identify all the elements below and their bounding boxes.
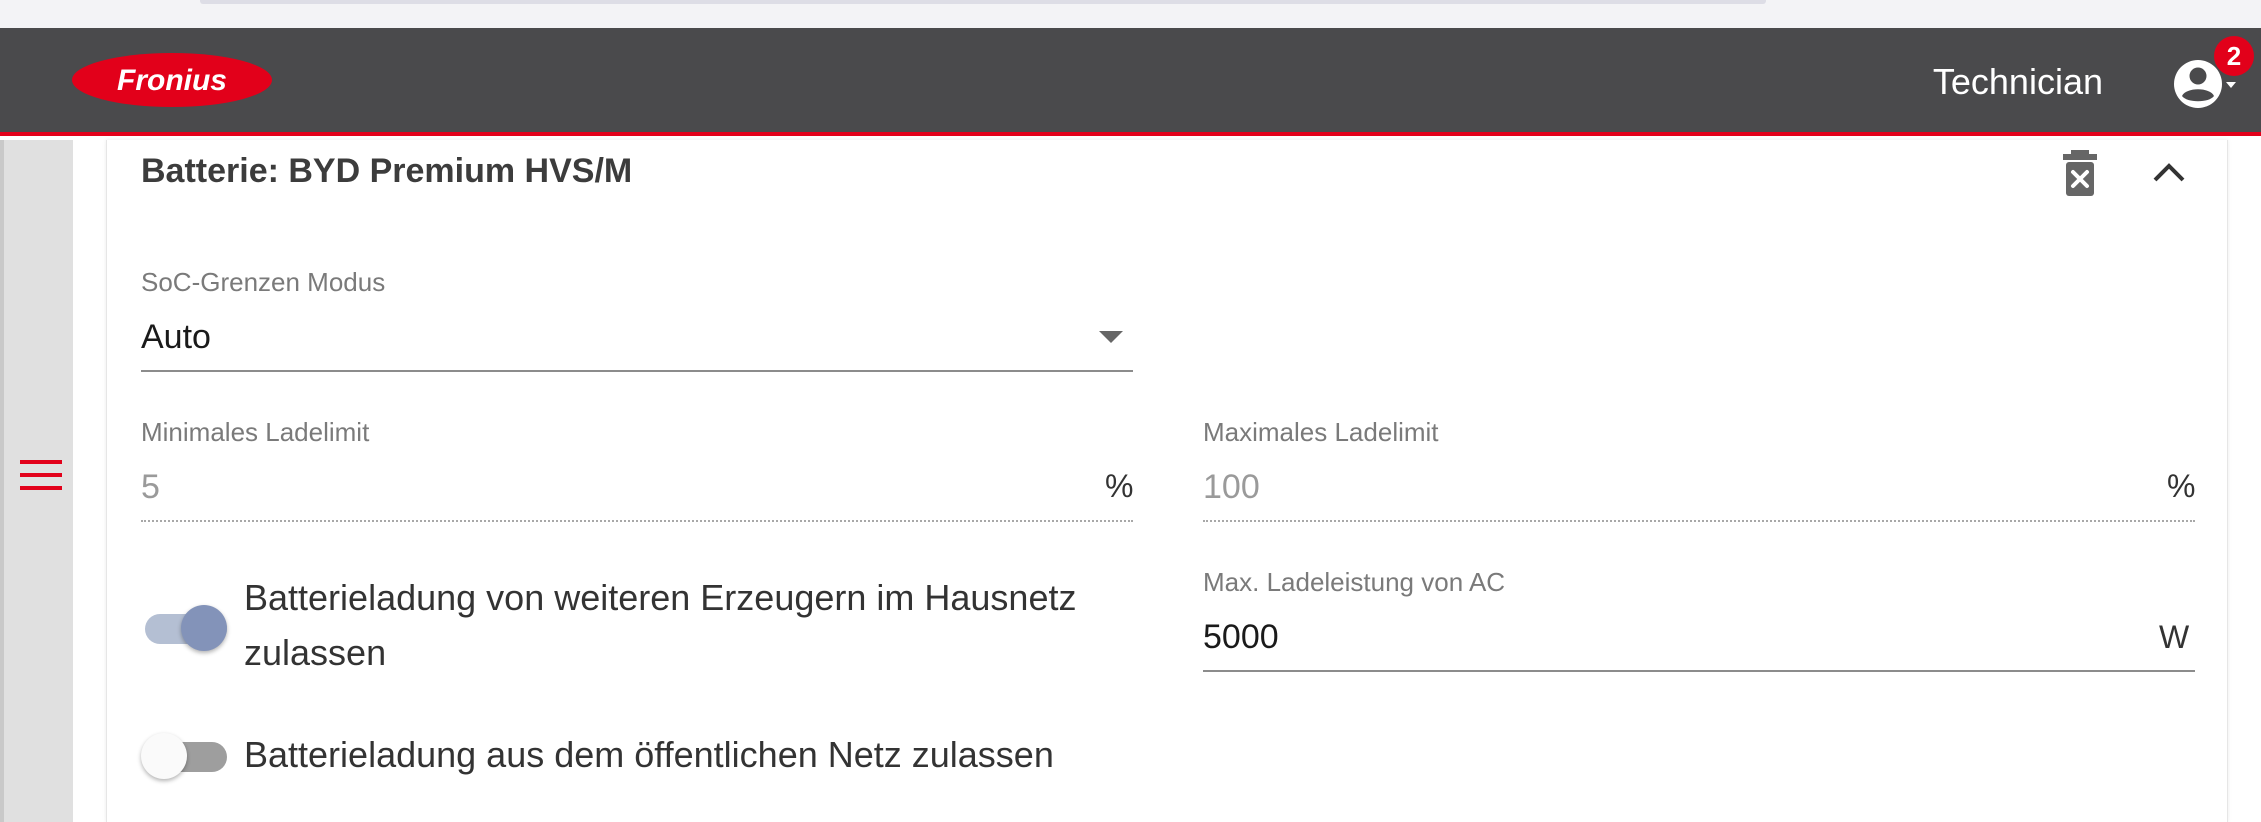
trash-x-icon [2063, 150, 2097, 196]
charge-from-producers-toggle[interactable] [141, 601, 229, 651]
max-charge-limit-unit: % [2167, 468, 2196, 504]
user-role-label: Technician [1932, 61, 2103, 102]
charge-from-producers-label-line2: zulassen [244, 632, 387, 673]
fronius-logo[interactable]: Fronius [70, 52, 274, 108]
scroll-indicator [200, 0, 1766, 4]
toggle-knob [141, 733, 187, 779]
min-charge-limit-underline [141, 520, 1133, 522]
charge-from-grid-toggle[interactable] [141, 729, 229, 779]
min-charge-limit-value[interactable]: 5 [141, 466, 160, 508]
min-charge-limit-unit: % [1105, 468, 1134, 504]
min-charge-limit-label: Minimales Ladelimit [141, 417, 370, 447]
battery-settings-card: Batterie: BYD Premium HVS/M SoC-Grenzen … [106, 140, 2228, 822]
max-charge-limit-value[interactable]: 100 [1203, 466, 1260, 508]
max-charge-limit-underline [1203, 520, 2195, 522]
max-charge-limit-label: Maximales Ladelimit [1203, 417, 1439, 447]
logo-text: Fronius [117, 64, 227, 97]
delete-battery-button[interactable] [2059, 148, 2103, 198]
chevron-up-icon [2153, 163, 2185, 182]
browser-top-strip [0, 0, 2261, 28]
hamburger-menu-icon[interactable] [20, 458, 64, 494]
collapse-panel-button[interactable] [2147, 150, 2191, 194]
max-ac-charge-power-value[interactable]: 5000 [1203, 616, 1279, 658]
max-ac-charge-power-label: Max. Ladeleistung von AC [1203, 567, 1506, 597]
max-ac-charge-power-unit: W [2159, 619, 2190, 655]
charge-from-producers-label-line1: Batterieladung von weiteren Erzeugern im… [244, 577, 1077, 618]
battery-title: Batterie: BYD Premium HVS/M [141, 152, 633, 190]
notification-badge[interactable]: 2 [2214, 36, 2254, 76]
soc-mode-underline [141, 370, 1133, 372]
sidebar [0, 140, 73, 822]
dropdown-caret-icon [2226, 82, 2236, 88]
dropdown-arrow-icon[interactable] [1099, 331, 1123, 343]
soc-mode-label: SoC-Grenzen Modus [141, 267, 386, 297]
toggle-knob [181, 605, 227, 651]
app-header: Fronius Technician 2 [0, 28, 2261, 136]
max-ac-charge-power-underline [1203, 670, 2195, 672]
charge-from-grid-label: Batterieladung aus dem öffentlichen Netz… [244, 734, 1054, 775]
soc-mode-value[interactable]: Auto [141, 316, 211, 358]
